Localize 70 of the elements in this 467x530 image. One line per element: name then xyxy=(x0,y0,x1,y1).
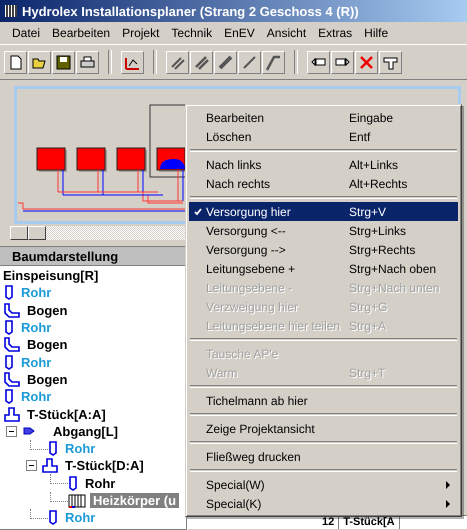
toolbar-button[interactable] xyxy=(238,50,261,74)
context-menu-item[interactable]: Special(W) xyxy=(189,475,458,494)
pipe-bend-icon xyxy=(265,54,282,70)
context-menu-item[interactable]: Versorgung <-- Strg+Links xyxy=(189,221,458,240)
toolbar-button[interactable] xyxy=(214,50,237,74)
menu-item[interactable]: Datei xyxy=(6,24,46,42)
pipe-fitting-icon xyxy=(193,54,210,70)
radiator-icon xyxy=(4,4,18,18)
pipe-icon xyxy=(48,510,58,526)
context-menu-item[interactable]: Tichelmann ab hier xyxy=(189,391,458,410)
context-menu-item[interactable]: Bearbeiten Eingabe xyxy=(189,108,458,127)
panel-title: Baumdarstellung xyxy=(0,247,186,266)
collapse-toggle[interactable] xyxy=(26,460,37,472)
toolbar-button[interactable] xyxy=(28,50,51,74)
context-menu-item[interactable]: Leitungsebene + Strg+Nach oben xyxy=(189,259,458,278)
printer-icon xyxy=(79,54,96,70)
pipe-icon xyxy=(4,320,14,336)
tree-item[interactable]: T-Stück[A:A] xyxy=(24,406,109,422)
pipe-icon xyxy=(4,389,14,404)
context-menu-item[interactable]: Nach rechts Alt+Rechts xyxy=(189,174,458,193)
context-menu-item[interactable]: Nach links Alt+Links xyxy=(189,155,458,174)
bend-icon xyxy=(4,337,20,352)
menu-item[interactable]: EnEV xyxy=(218,24,261,42)
context-menu-item[interactable]: Zeige Projektansicht xyxy=(189,419,458,438)
context-menu-item[interactable]: Fließweg drucken xyxy=(189,447,458,466)
context-menu-item[interactable]: Versorgung hier Strg+V xyxy=(189,202,458,221)
tree-item[interactable]: Heizkörper (u xyxy=(90,493,180,508)
scroll-left-button[interactable] xyxy=(10,226,28,240)
menu-item[interactable]: Projekt xyxy=(116,24,166,42)
tree-item[interactable]: Bogen xyxy=(24,337,70,352)
branch-icon xyxy=(22,425,36,438)
pipe-icon xyxy=(68,476,78,491)
tree-item[interactable]: T-Stück[D:A] xyxy=(62,458,147,474)
toolbar-button[interactable] xyxy=(121,50,144,74)
pipe-fitting-icon xyxy=(217,54,234,70)
tree-item[interactable]: Einspeisung[R] xyxy=(0,268,102,284)
toolbar-button[interactable] xyxy=(4,50,27,74)
pipe-icon xyxy=(241,54,258,70)
pipe-icon xyxy=(4,354,14,370)
submenu-arrow-icon xyxy=(446,500,451,508)
delete-icon xyxy=(358,54,375,70)
toolbar-button[interactable] xyxy=(76,50,99,74)
toolbar-button[interactable] xyxy=(262,50,285,74)
toolbar-button[interactable] xyxy=(331,50,354,74)
context-menu-item[interactable]: Special(K) xyxy=(189,494,458,513)
submenu-arrow-icon xyxy=(446,480,451,488)
menu-item[interactable]: Technik xyxy=(165,24,218,42)
menu-item[interactable]: Extras xyxy=(312,24,358,42)
toolbar-button[interactable] xyxy=(190,50,213,74)
toolbar-button[interactable] xyxy=(379,50,402,74)
bend-icon xyxy=(4,302,20,318)
pipe-icon xyxy=(4,285,14,300)
tree-item[interactable]: Rohr xyxy=(82,476,118,491)
window-title: Hydrolex Installationsplaner (Strang 2 Geschoss 4 (R)) xyxy=(22,4,359,18)
collapse-toggle[interactable] xyxy=(6,426,17,437)
toolbar-button[interactable] xyxy=(166,50,189,74)
tree-item[interactable]: Abgang[L] xyxy=(50,424,121,439)
toolbar-button[interactable] xyxy=(52,50,75,74)
pipe-icon xyxy=(48,441,58,456)
menu-item[interactable]: Bearbeiten xyxy=(46,24,116,42)
tee-icon xyxy=(4,406,20,422)
tree-item[interactable]: Bogen xyxy=(24,302,70,318)
tree-item[interactable]: Bogen xyxy=(24,372,70,387)
scrollbar-thumb[interactable] xyxy=(28,226,46,240)
context-menu-item[interactable]: Löschen Entf xyxy=(189,127,458,146)
menu-item[interactable]: Hilfe xyxy=(358,24,394,42)
toolbar-button[interactable] xyxy=(307,50,330,74)
save-icon xyxy=(55,54,72,70)
context-menu-item[interactable]: Versorgung --> Strg+Rechts xyxy=(189,240,458,259)
menu-item[interactable]: Ansicht xyxy=(260,24,312,42)
